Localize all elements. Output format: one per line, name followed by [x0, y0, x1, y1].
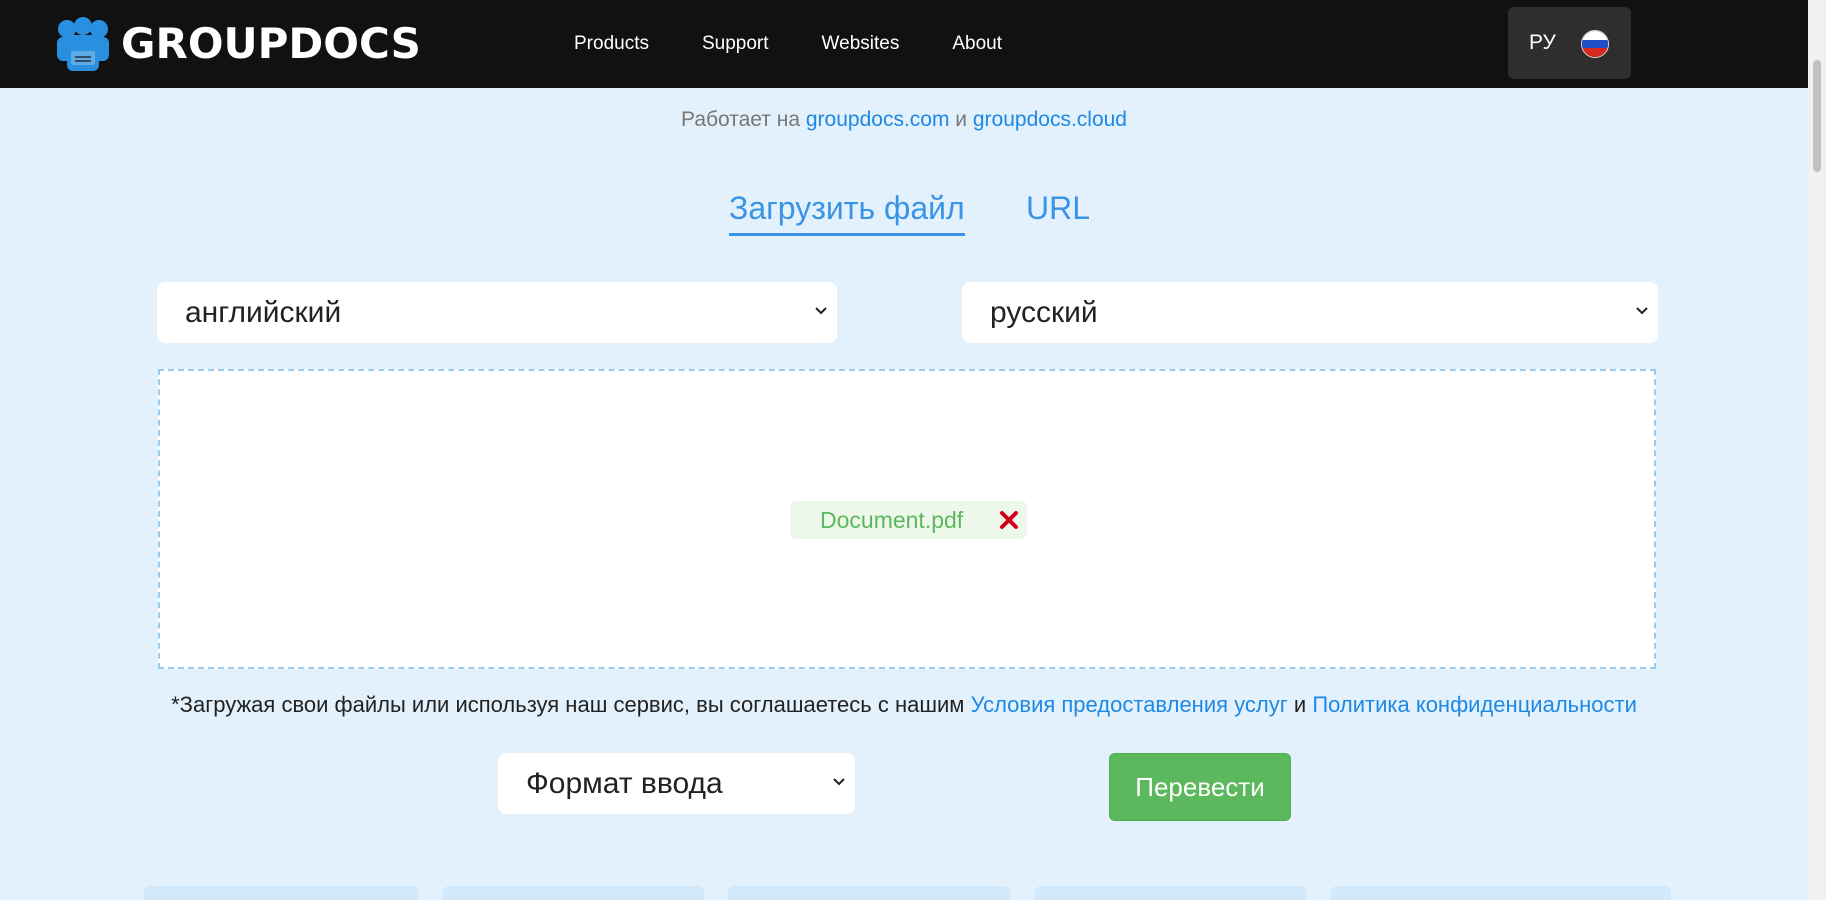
language-switcher[interactable]: РУ [1508, 7, 1631, 79]
tab-upload-file[interactable]: Загрузить файл [729, 190, 965, 236]
input-format-select[interactable]: Формат ввода [498, 753, 855, 814]
translate-button[interactable]: Перевести [1109, 753, 1291, 821]
nav-about[interactable]: About [952, 33, 1002, 55]
feature-card [1035, 886, 1307, 900]
terms-of-service-link[interactable]: Условия предоставления услуг [971, 692, 1288, 717]
chevron-down-icon [1636, 307, 1648, 315]
terms-conj: и [1293, 692, 1307, 717]
powered-prefix: Работает на [681, 108, 801, 131]
uploaded-file-chip: Document.pdf [790, 501, 1027, 539]
file-name: Document.pdf [820, 506, 964, 533]
chevron-down-icon [815, 307, 827, 315]
source-language-value: английский [185, 295, 342, 329]
feature-card [144, 886, 419, 900]
main-nav: Products Support Websites About [574, 0, 1055, 88]
chevron-down-icon [833, 778, 845, 786]
powered-conj: и [955, 108, 968, 131]
terms-notice: *Загружая свои файлы или используя наш с… [0, 692, 1808, 718]
logo-text: GROUPDOCS [121, 19, 421, 68]
terms-text: *Загружая свои файлы или используя наш с… [171, 692, 965, 717]
input-format-value: Формат ввода [526, 766, 723, 800]
top-navbar: GROUPDOCS Products Support Websites Abou… [0, 0, 1808, 88]
groupdocs-logo[interactable]: GROUPDOCS [55, 17, 421, 71]
nav-products[interactable]: Products [574, 33, 649, 55]
feature-card [443, 886, 704, 900]
nav-support[interactable]: Support [702, 33, 769, 55]
language-label: РУ [1529, 31, 1556, 54]
nav-websites[interactable]: Websites [822, 33, 900, 55]
feature-card [1331, 886, 1671, 900]
groupdocs-cloud-link[interactable]: groupdocs.cloud [973, 108, 1127, 131]
groupdocs-com-link[interactable]: groupdocs.com [806, 108, 950, 131]
privacy-policy-link[interactable]: Политика конфиденциальности [1312, 692, 1637, 717]
target-language-value: русский [990, 295, 1098, 329]
groupdocs-logo-icon [55, 17, 111, 71]
scrollbar-thumb[interactable] [1813, 60, 1821, 172]
powered-by: Работает на groupdocs.com и groupdocs.cl… [0, 108, 1808, 132]
remove-file-icon[interactable] [999, 510, 1019, 530]
source-language-select[interactable]: английский [157, 282, 837, 343]
page-scrollbar[interactable] [1808, 0, 1826, 900]
feature-card [728, 886, 1010, 900]
target-language-select[interactable]: русский [962, 282, 1658, 343]
russia-flag-icon [1581, 30, 1609, 58]
file-dropzone[interactable]: Document.pdf [158, 369, 1656, 669]
tab-url[interactable]: URL [1026, 190, 1090, 227]
